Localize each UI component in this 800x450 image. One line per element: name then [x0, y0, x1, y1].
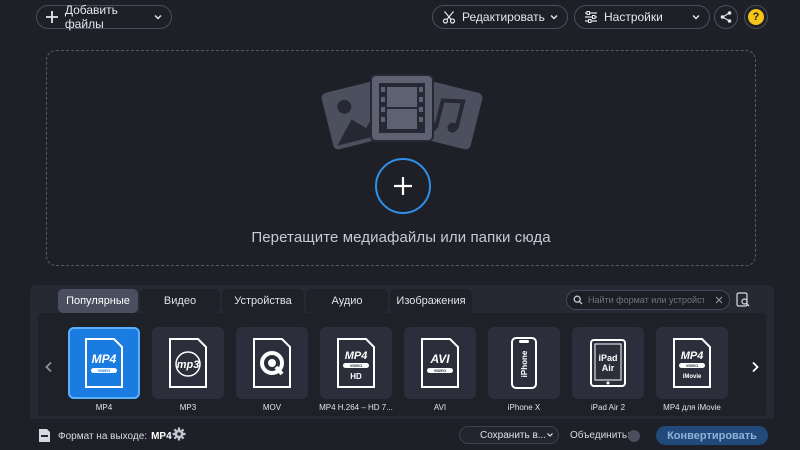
mp4-icon: MP4 VIDEO: [83, 337, 125, 389]
iphone-icon: iPhone: [509, 336, 539, 390]
format-label: MP3: [179, 403, 197, 412]
plus-icon: [45, 9, 60, 25]
chevron-down-icon: [549, 12, 559, 22]
share-icon: [719, 10, 733, 24]
scroll-right-icon[interactable]: [750, 361, 760, 373]
svg-text:iMovie: iMovie: [683, 374, 702, 380]
drop-zone[interactable]: Перетащите медиафайлы или папки сюда: [46, 50, 756, 266]
add-media-button[interactable]: [375, 158, 431, 214]
output-format-icon: [38, 428, 51, 443]
svg-text:HD: HD: [350, 372, 362, 381]
mp3-icon: mp3: [167, 337, 209, 389]
convert-button[interactable]: Конвертировать: [656, 426, 768, 445]
avi-icon: AVI VIDEO: [419, 337, 461, 389]
format-tile-ipad-air-2[interactable]: iPad Air: [572, 327, 644, 399]
tab-label: Аудио: [331, 295, 363, 307]
svg-text:MP4: MP4: [681, 350, 704, 362]
help-icon: ?: [748, 9, 764, 25]
format-label: MP4 для iMovie: [663, 403, 721, 412]
format-tile-mp3[interactable]: mp3: [152, 327, 224, 399]
format-tile-mp4-imovie[interactable]: MP4 VIDEO iMovie: [656, 327, 728, 399]
svg-text:VIDEO: VIDEO: [686, 363, 698, 368]
edit-button[interactable]: Редактировать: [432, 5, 568, 29]
tab-video[interactable]: Видео: [140, 289, 220, 313]
format-label: MP4: [95, 403, 113, 412]
format-panel: Популярные Видео Устройства Аудио Изобра…: [30, 285, 774, 419]
chevron-down-icon: [546, 431, 554, 439]
svg-text:VIDEO: VIDEO: [350, 363, 362, 368]
svg-text:VIDEO: VIDEO: [98, 368, 110, 373]
search-icon: [573, 295, 583, 305]
output-format-label: Формат на выходе:: [58, 431, 148, 442]
tab-label: Видео: [163, 295, 197, 307]
output-format: Формат на выходе: MP4: [58, 431, 172, 442]
tab-label: Устройства: [234, 295, 292, 307]
svg-text:iPhone: iPhone: [520, 350, 529, 377]
scroll-left-icon[interactable]: [44, 361, 54, 373]
svg-text:VIDEO: VIDEO: [434, 368, 446, 373]
output-format-value: MP4: [151, 431, 172, 442]
svg-text:AVI: AVI: [429, 352, 450, 366]
mov-icon: [251, 337, 293, 389]
sliders-icon: [583, 9, 599, 25]
format-tile-mov[interactable]: [236, 327, 308, 399]
add-files-button[interactable]: Добавить файлы: [36, 3, 172, 31]
svg-text:MP4: MP4: [92, 352, 117, 366]
format-tile-mp4[interactable]: MP4 VIDEO: [68, 327, 140, 399]
settings-button[interactable]: Настройки: [574, 5, 710, 29]
help-button[interactable]: ?: [744, 5, 768, 29]
svg-text:mp3: mp3: [177, 359, 200, 371]
merge-toggle[interactable]: [628, 430, 640, 442]
tab-audio[interactable]: Аудио: [306, 289, 388, 313]
device-detect-icon[interactable]: [736, 292, 750, 308]
format-label: AVI: [433, 403, 447, 412]
tab-label: Изображения: [396, 295, 466, 307]
format-search[interactable]: [566, 290, 730, 310]
tab-images[interactable]: Изображения: [390, 289, 472, 313]
clear-icon[interactable]: [715, 296, 723, 304]
save-to-select[interactable]: Сохранить в...: [459, 426, 559, 444]
svg-text:MP4: MP4: [345, 350, 368, 362]
format-label: MP4 H.264 – HD 7...: [319, 403, 393, 412]
merge-label: Объединить:: [570, 430, 630, 441]
scissors-icon: [441, 9, 457, 25]
mp4-hd-icon: MP4 VIDEO HD: [335, 337, 377, 389]
tab-label: Популярные: [66, 295, 130, 307]
format-tile-iphone-x[interactable]: iPhone: [488, 327, 560, 399]
drop-hint-text: Перетащите медиафайлы или папки сюда: [251, 229, 551, 246]
mp4-imovie-icon: MP4 VIDEO iMovie: [671, 337, 713, 389]
svg-text:iPad: iPad: [598, 353, 617, 363]
plus-icon: [392, 175, 414, 197]
edit-label: Редактировать: [462, 10, 545, 24]
settings-label: Настройки: [604, 10, 663, 24]
gear-icon[interactable]: [172, 427, 186, 441]
tab-devices[interactable]: Устройства: [222, 289, 304, 313]
tab-popular[interactable]: Популярные: [58, 289, 138, 313]
format-label: iPad Air 2: [590, 403, 626, 412]
search-input[interactable]: [588, 295, 704, 305]
add-files-label: Добавить файлы: [64, 3, 118, 31]
format-tile-avi[interactable]: AVI VIDEO: [404, 327, 476, 399]
format-list: MP4 VIDEO MP4 mp3 MP3 MOV MP4 VIDEO HD M…: [38, 313, 766, 416]
share-button[interactable]: [714, 5, 738, 29]
chevron-down-icon: [691, 12, 701, 22]
ipad-icon: iPad Air: [589, 338, 627, 388]
save-to-label: Сохранить в...: [480, 429, 547, 441]
chevron-down-icon: [153, 12, 163, 22]
status-bar: Формат на выходе: MP4 Сохранить в... Объе…: [0, 420, 800, 450]
media-files-illustration-icon: [321, 71, 483, 156]
format-label: MOV: [262, 403, 282, 412]
format-label: iPhone X: [507, 403, 541, 412]
svg-text:Air: Air: [602, 363, 615, 373]
format-tile-mp4-hd[interactable]: MP4 VIDEO HD: [320, 327, 392, 399]
